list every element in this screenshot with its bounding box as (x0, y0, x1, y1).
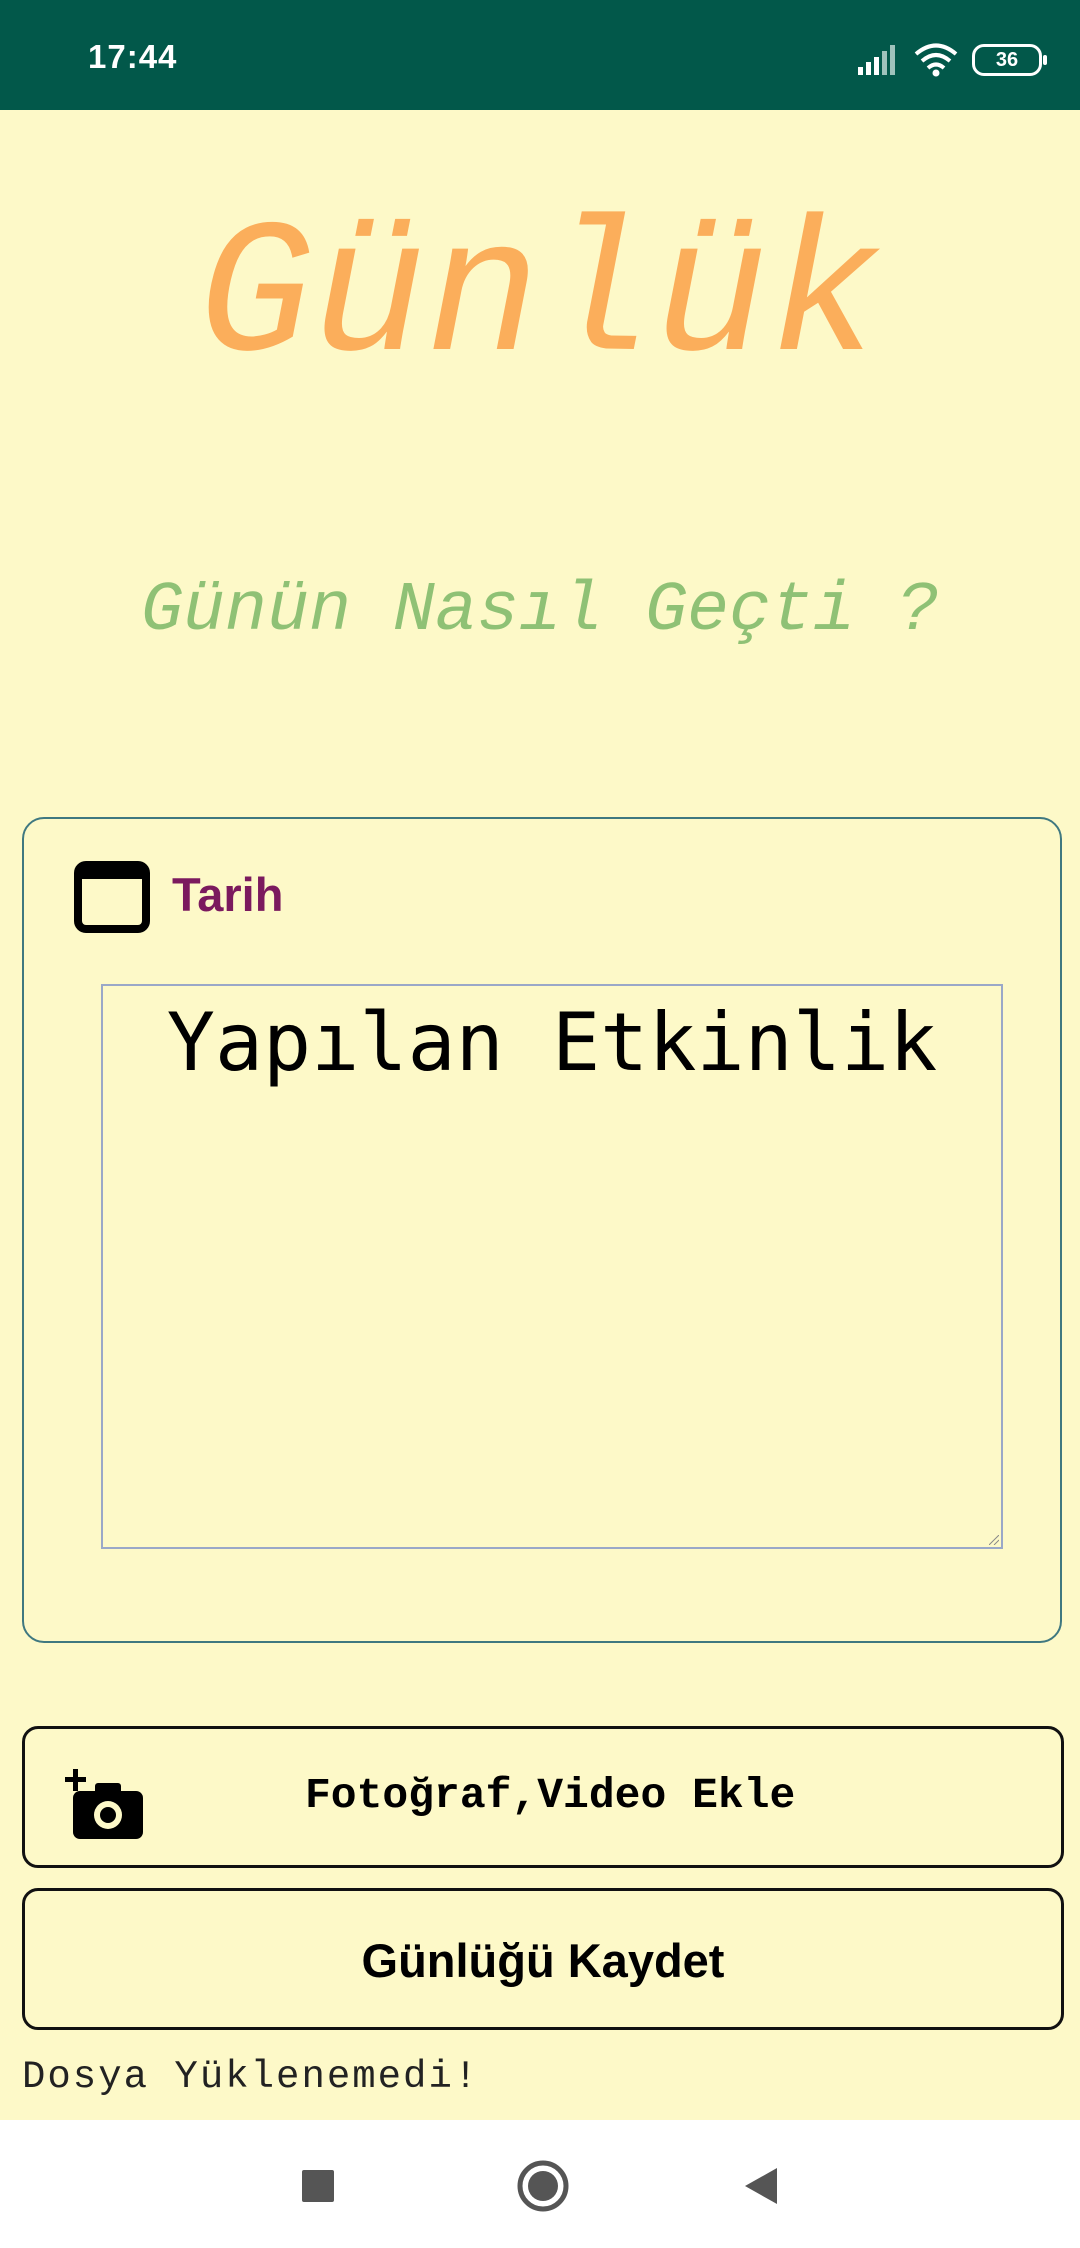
save-diary-button[interactable]: Günlüğü Kaydet (22, 1888, 1064, 2030)
add-photo-camera-icon (65, 1769, 143, 1839)
entry-card: Tarih Yapılan Etkinlik (22, 817, 1062, 1643)
battery-icon: 36 (972, 44, 1047, 76)
resize-grip-icon[interactable] (989, 1535, 999, 1545)
app-title: Günlük (197, 192, 883, 407)
navigation-bar (0, 2120, 1080, 2248)
back-triangle-icon[interactable] (735, 2158, 791, 2214)
activity-input[interactable]: Yapılan Etkinlik (101, 984, 1003, 1549)
recents-square-icon[interactable] (290, 2158, 346, 2214)
status-bar: 17:44 36 (0, 0, 1080, 110)
add-media-label: Fotoğraf,Video Ekle (305, 1771, 796, 1820)
calendar-icon[interactable] (74, 859, 150, 935)
signal-icon (858, 45, 895, 75)
add-media-button[interactable]: Fotoğraf,Video Ekle (22, 1726, 1064, 1868)
upload-error-message: Dosya Yüklenemedi! (22, 2055, 480, 2099)
status-icons: 36 (858, 40, 1047, 80)
activity-placeholder: Yapılan Etkinlik (166, 996, 938, 1089)
home-circle-icon[interactable] (515, 2158, 571, 2214)
wifi-icon (914, 43, 958, 77)
page-subtitle: Günün Nasıl Geçti ? (140, 572, 940, 651)
save-diary-label: Günlüğü Kaydet (361, 1934, 725, 1987)
date-label[interactable]: Tarih (172, 867, 283, 922)
status-time: 17:44 (88, 38, 178, 75)
